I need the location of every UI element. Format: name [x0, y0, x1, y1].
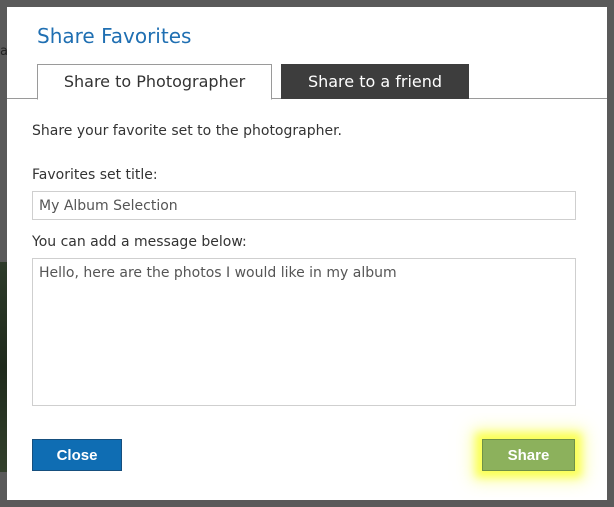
close-button[interactable]: Close — [32, 439, 122, 471]
message-textarea[interactable]: Hello, here are the photos I would like … — [32, 258, 576, 406]
favorites-title-label: Favorites set title: — [32, 167, 158, 183]
tab-share-to-photographer[interactable]: Share to Photographer — [37, 64, 272, 100]
share-favorites-dialog: Share Favorites Share to Photographer Sh… — [7, 7, 607, 500]
tab-bar: Share to Photographer Share to a friend — [7, 64, 607, 100]
intro-text: Share your favorite set to the photograp… — [32, 123, 343, 139]
message-label: You can add a message below: — [32, 234, 247, 250]
favorites-title-input[interactable] — [32, 191, 576, 220]
tab-share-to-friend[interactable]: Share to a friend — [281, 64, 469, 99]
share-button[interactable]: Share — [482, 439, 575, 471]
dialog-title: Share Favorites — [37, 24, 192, 48]
